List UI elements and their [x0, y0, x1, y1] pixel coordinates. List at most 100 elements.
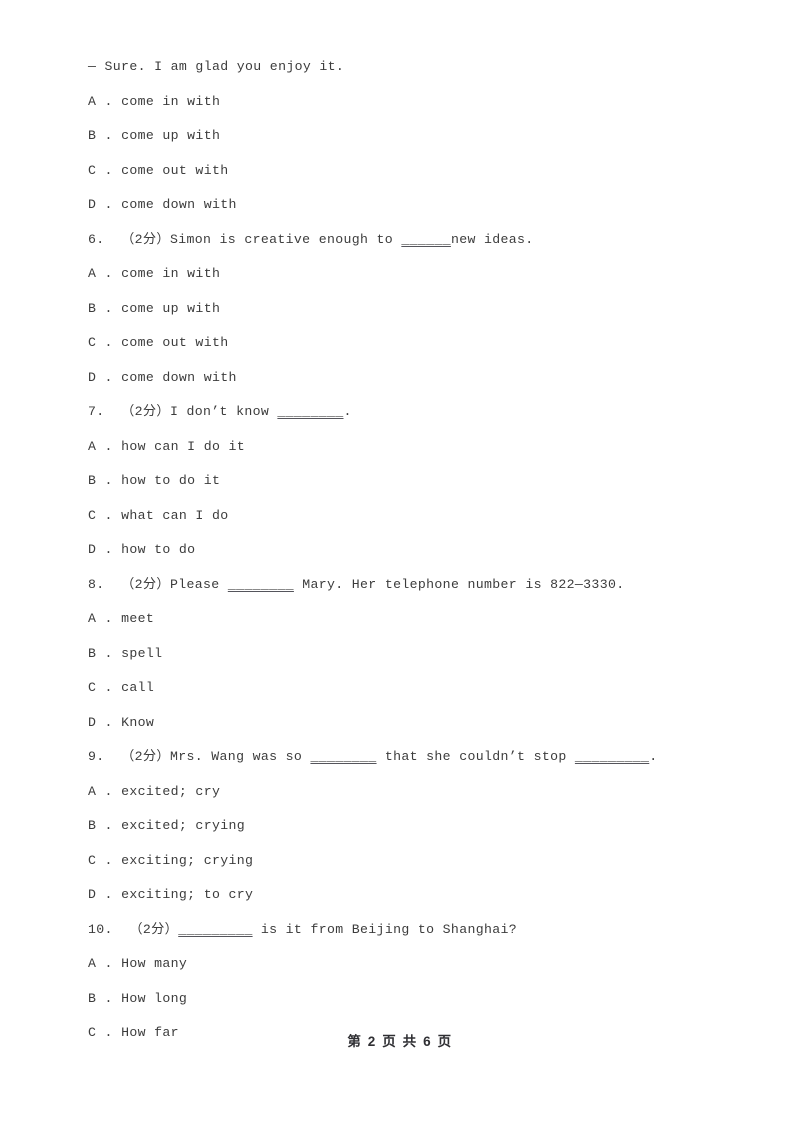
option-text: come in with — [121, 93, 221, 109]
option-spacer — [113, 370, 121, 385]
option-text: excited; cry — [121, 783, 221, 799]
stem-spacer — [105, 404, 122, 419]
question-marks: （2分） — [121, 576, 170, 592]
question-text-before: I don’t know — [169, 404, 278, 419]
option-letter: A . — [88, 611, 113, 626]
question-text-before: Simon is creative enough to — [169, 231, 402, 247]
question-number: 7. — [88, 404, 105, 419]
option-letter: A . — [88, 266, 113, 281]
option-text: how to do it — [121, 473, 221, 488]
question-stem: 9. （2分）Mrs. Wang was so ________ that sh… — [88, 740, 748, 775]
question-number: 8. — [88, 576, 105, 592]
question-text-before: Please — [169, 576, 228, 592]
option-row: D . Know — [88, 706, 748, 741]
option-letter: C . — [88, 852, 113, 868]
option-spacer — [113, 853, 121, 868]
question-stem: 7. （2分）I don’t know ________. — [88, 395, 748, 430]
page-footer: 第 2 页 共 6 页 — [347, 1034, 453, 1049]
stem-spacer — [105, 232, 122, 247]
option-row: B . how to do it — [88, 464, 748, 499]
option-text: excited; crying — [121, 818, 246, 833]
answer-blank-second: _________ — [574, 749, 650, 764]
option-spacer — [113, 508, 121, 523]
option-row: D . how to do — [88, 533, 748, 568]
answer-blank: ________ — [227, 576, 294, 592]
option-row: A . come in with — [88, 85, 748, 120]
option-row: C . call — [88, 671, 748, 706]
option-spacer — [113, 94, 121, 109]
option-letter: A . — [88, 783, 113, 799]
option-spacer — [113, 163, 121, 178]
option-text: come out with — [121, 162, 229, 178]
option-text: come up with — [121, 128, 221, 143]
question-marks: （2分） — [121, 231, 170, 247]
option-letter: D . — [88, 542, 113, 557]
stem-spacer — [105, 749, 122, 764]
answer-blank: ______ — [401, 231, 451, 247]
option-row: A . come in with — [88, 257, 748, 292]
question-text-middle: that she couldn’t stop — [376, 749, 575, 764]
option-spacer — [113, 335, 121, 350]
question-stem: 6. （2分）Simon is creative enough to _____… — [88, 223, 748, 258]
stem-spacer — [105, 577, 122, 592]
option-text: how to do — [121, 542, 196, 557]
option-spacer — [113, 991, 121, 1006]
question-text-after: is it from Beijing to Shanghai? — [252, 921, 518, 937]
option-row: C . what can I do — [88, 499, 748, 534]
option-text: what can I do — [121, 507, 229, 523]
option-letter: D . — [88, 197, 113, 212]
answer-blank: _________ — [178, 921, 253, 937]
continuation-line: — Sure. I am glad you enjoy it. — [88, 59, 345, 74]
option-row: C . come out with — [88, 326, 748, 361]
option-spacer — [113, 784, 121, 799]
option-row: A . How many — [88, 947, 748, 982]
option-spacer — [113, 956, 121, 971]
option-row: D . come down with — [88, 188, 748, 223]
question-marks: （2分） — [121, 404, 170, 419]
option-letter: D . — [88, 369, 113, 385]
option-row: D . exciting; to cry — [88, 878, 748, 913]
question-stem: 8. （2分）Please ________ Mary. Her telepho… — [88, 568, 748, 603]
option-spacer — [113, 715, 121, 730]
question-number: 6. — [88, 231, 105, 247]
option-text: come up with — [121, 300, 221, 316]
question-text-after: . — [649, 749, 658, 764]
option-spacer — [113, 818, 121, 833]
option-text: Know — [121, 714, 155, 730]
option-spacer — [113, 197, 121, 212]
question-number: 9. — [88, 749, 105, 764]
option-spacer — [113, 128, 121, 143]
option-row: B . come up with — [88, 119, 748, 154]
option-spacer — [113, 887, 121, 902]
option-spacer — [113, 473, 121, 488]
option-spacer — [113, 542, 121, 557]
option-spacer — [113, 266, 121, 281]
option-row: A . meet — [88, 602, 748, 637]
option-text: meet — [121, 611, 155, 626]
option-letter: C . — [88, 680, 113, 695]
option-text: come down with — [121, 197, 237, 212]
option-spacer — [113, 646, 121, 661]
page-content: — Sure. I am glad you enjoy it. A . come… — [88, 50, 748, 1051]
option-text: how can I do it — [121, 438, 246, 454]
option-spacer — [113, 680, 121, 695]
option-letter: D . — [88, 887, 113, 902]
answer-blank: ________ — [310, 749, 377, 764]
option-letter: B . — [88, 990, 113, 1006]
question-marks: （2分） — [121, 749, 170, 764]
option-row: A . excited; cry — [88, 775, 748, 810]
option-letter: D . — [88, 714, 113, 730]
question-text-after: Mary. Her telephone number is 822—3330. — [293, 576, 625, 592]
option-letter: C . — [88, 507, 113, 523]
question-text-after: new ideas. — [450, 231, 534, 247]
option-letter: B . — [88, 645, 113, 661]
option-row: C . come out with — [88, 154, 748, 189]
option-spacer — [113, 611, 121, 626]
option-text: come in with — [121, 266, 221, 281]
option-text: spell — [121, 645, 163, 661]
option-row: D . come down with — [88, 361, 748, 396]
option-row: A . how can I do it — [88, 430, 748, 465]
question-text-after: . — [343, 404, 352, 419]
option-letter: B . — [88, 818, 113, 833]
option-row: B . come up with — [88, 292, 748, 327]
